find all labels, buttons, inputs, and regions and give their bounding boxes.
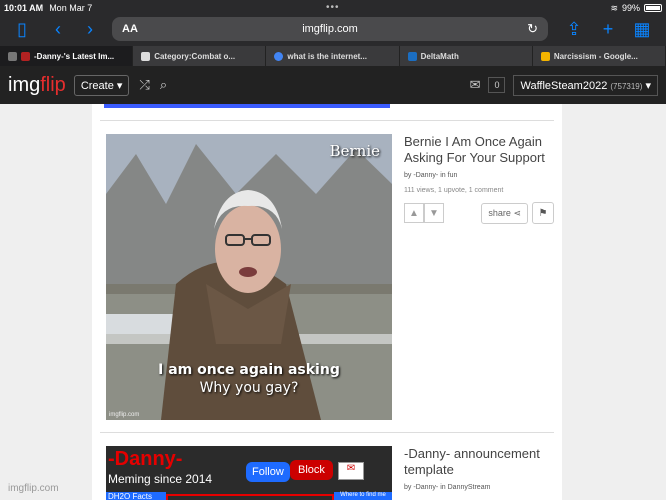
share-label: share xyxy=(488,207,511,218)
deltamath-icon xyxy=(407,51,417,61)
author-link[interactable]: -Danny- xyxy=(413,484,438,491)
tab-favicon xyxy=(21,51,30,61)
flag-icon[interactable]: ⚑ xyxy=(532,202,554,224)
shuffle-icon[interactable]: ⤮ xyxy=(139,77,149,93)
divider xyxy=(100,432,554,433)
post-byline: by -Danny- in DannyStream xyxy=(404,484,554,491)
post-stats: 111 views, 1 upvote, 1 comment xyxy=(404,187,504,194)
in-label: in xyxy=(440,484,446,491)
status-battery: 99% xyxy=(621,3,640,13)
meme-facts-label: DH2O Facts xyxy=(106,492,166,500)
by-label: by xyxy=(404,172,412,179)
imgflip-logo[interactable]: imgflip xyxy=(8,74,66,97)
meme-caption-top: Bernie xyxy=(329,142,380,160)
url-text: imgflip.com xyxy=(302,23,358,35)
imgflip-header: imgflip Create ▾ ⤮ ⌕ ✉ 0 WaffleSteam2022… xyxy=(0,66,666,104)
share-icon[interactable]: ⇪ xyxy=(562,18,586,40)
image-watermark: imgflip.com xyxy=(109,412,140,418)
tab-overview-icon[interactable]: ▦ xyxy=(630,18,654,40)
status-time: 10:01 AM xyxy=(4,3,44,13)
divider xyxy=(100,120,554,121)
meme-where-label: Where to find me xyxy=(334,492,392,500)
meme-follow-graphic: Follow xyxy=(246,462,290,482)
tab-deltamath[interactable]: DeltaMath xyxy=(400,46,533,66)
user-points: (757319) xyxy=(610,81,643,91)
in-label: in xyxy=(440,172,446,179)
tab-label: what is the internet... xyxy=(287,51,367,61)
post-image[interactable]: Bernie I am once again asking Why you ga… xyxy=(106,134,392,420)
search-icon[interactable]: ⌕ xyxy=(160,77,167,93)
post-title[interactable]: Bernie I Am Once Again Asking For Your S… xyxy=(404,134,554,166)
page-content: Bernie I am once again asking Why you ga… xyxy=(0,104,666,500)
sidebar-icon[interactable]: ▯ xyxy=(10,18,34,40)
meme-caption-line2: Why you gay? xyxy=(199,380,299,396)
post-actions: ▲ ▼ share ⋖ ⚑ xyxy=(404,202,554,224)
tab-internet[interactable]: what is the internet... xyxy=(266,46,400,66)
reader-aa-button[interactable]: AA xyxy=(122,23,138,35)
downvote-button[interactable]: ▼ xyxy=(424,203,444,223)
create-menu-button[interactable]: Create ▾ xyxy=(73,74,130,96)
tab-close-icon[interactable] xyxy=(8,51,17,61)
user-menu-button[interactable]: WaffleSteam2022 (757319) ▾ xyxy=(513,74,658,96)
post-byline: by -Danny- in fun xyxy=(404,172,554,179)
previous-post-image[interactable] xyxy=(104,104,390,108)
tab-label: -Danny-'s Latest Im... xyxy=(34,51,115,61)
tab-combat[interactable]: Category:Combat o... xyxy=(133,46,267,66)
wifi-icon: ≋ xyxy=(610,2,618,13)
share-button[interactable]: share ⋖ xyxy=(481,202,528,224)
mail-icon[interactable]: ✉ xyxy=(470,77,481,93)
back-button[interactable]: ‹ xyxy=(46,18,70,40)
share-icon: ⋖ xyxy=(513,207,521,218)
tab-danny[interactable]: -Danny-'s Latest Im... xyxy=(0,46,134,66)
wikipedia-icon xyxy=(141,51,151,61)
meme-tagline-text: Meming since 2014 xyxy=(108,472,213,486)
meme-red-box xyxy=(166,494,334,500)
stream-link[interactable]: DannyStream xyxy=(448,484,491,491)
battery-icon xyxy=(644,4,662,12)
post-info: -Danny- announcement template by -Danny-… xyxy=(404,446,554,491)
post-info: Bernie I Am Once Again Asking For Your S… xyxy=(404,134,554,224)
tab-label: Narcissism - Google... xyxy=(553,51,638,61)
new-tab-button[interactable]: + xyxy=(596,18,620,40)
notification-count[interactable]: 0 xyxy=(488,77,506,93)
by-label: by xyxy=(404,484,412,491)
tab-bar: -Danny-'s Latest Im... Category:Combat o… xyxy=(0,46,666,66)
meme-name-text: -Danny- xyxy=(108,448,183,470)
footer-watermark: imgflip.com xyxy=(8,483,59,494)
mail-graphic-icon: ✉ xyxy=(338,462,364,480)
reload-icon[interactable]: ↻ xyxy=(527,21,538,37)
upvote-button[interactable]: ▲ xyxy=(404,203,424,223)
tab-label: Category:Combat o... xyxy=(154,51,236,61)
stream-link[interactable]: fun xyxy=(448,172,458,179)
safari-toolbar: ▯ ‹ › AA imgflip.com ↻ ⇪ + ▦ xyxy=(0,14,666,44)
google-drive-icon xyxy=(540,51,550,61)
username: WaffleSteam2022 xyxy=(520,79,608,92)
tab-narcissism[interactable]: Narcissism - Google... xyxy=(533,46,666,66)
logo-main: img xyxy=(8,73,41,96)
meme-caption-bold: I am once again asking xyxy=(158,362,340,378)
multitask-dots-icon[interactable]: ••• xyxy=(326,2,340,13)
post-title[interactable]: -Danny- announcement template xyxy=(404,446,554,478)
create-label: Create xyxy=(80,79,114,92)
logo-accent: flip xyxy=(40,73,66,96)
status-date: Mon Mar 7 xyxy=(49,3,93,13)
image-feed: Bernie I am once again asking Why you ga… xyxy=(92,104,562,500)
status-bar: 10:01 AM Mon Mar 7 ••• ≋ 99% xyxy=(4,2,662,14)
google-icon xyxy=(274,51,284,61)
author-link[interactable]: -Danny- xyxy=(413,172,438,179)
forward-button[interactable]: › xyxy=(78,18,102,40)
tab-label: DeltaMath xyxy=(420,51,459,61)
post-image[interactable]: -Danny- Meming since 2014 Follow Block ✉… xyxy=(106,446,392,500)
address-bar[interactable]: AA imgflip.com ↻ xyxy=(112,17,548,41)
browser-chrome: 10:01 AM Mon Mar 7 ••• ≋ 99% ▯ ‹ › AA im… xyxy=(0,0,666,66)
meme-block-graphic: Block xyxy=(290,460,333,480)
